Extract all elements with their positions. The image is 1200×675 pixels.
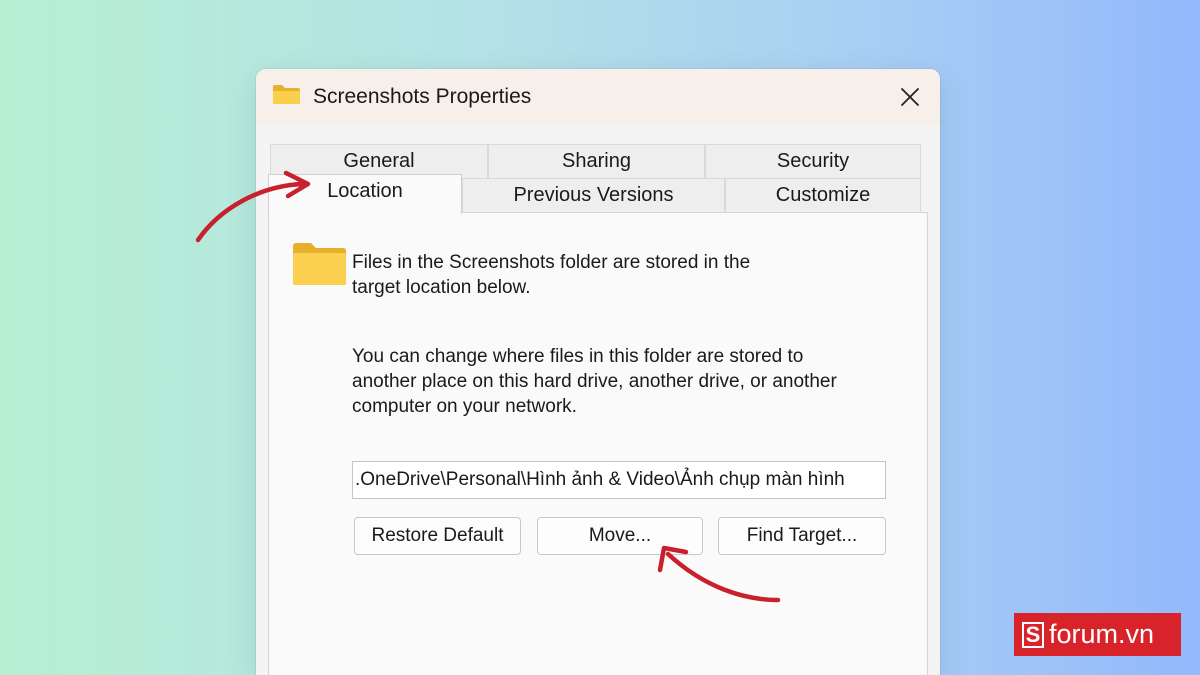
target-path-input[interactable]: .OneDrive\Personal\Hình ảnh & Video\Ảnh … [352,461,886,499]
logo-text: forum.vn [1049,619,1155,649]
description-line: another place on this hard drive, anothe… [352,371,837,392]
intro-text: Files in the Screenshots folder are stor… [352,250,750,300]
description-line: You can change where files in this folde… [352,346,804,367]
tab-sharing[interactable]: Sharing [488,144,705,178]
logo-mark: S [1022,621,1044,648]
sforum-logo: S forum.vn [1014,613,1181,656]
tab-previous-versions[interactable]: Previous Versions [462,178,725,212]
tab-customize[interactable]: Customize [725,178,921,212]
description-line: computer on your network. [352,396,577,417]
folder-icon [293,243,346,285]
intro-line: Files in the Screenshots folder are stor… [352,252,751,273]
close-button[interactable] [890,79,930,115]
annotation-arrow-to-move-button [657,545,781,603]
folder-icon [273,85,300,104]
close-icon [901,88,919,106]
properties-dialog: Screenshots Properties General Sharing S… [256,69,940,675]
window-title: Screenshots Properties [313,85,532,108]
restore-default-button[interactable]: Restore Default [354,517,521,555]
intro-line: target location below. [352,277,531,298]
title-bar: Screenshots Properties [256,69,940,125]
annotation-arrow-to-location-tab [195,170,311,243]
description-text: You can change where files in this folde… [352,344,837,419]
tab-security[interactable]: Security [705,144,921,178]
